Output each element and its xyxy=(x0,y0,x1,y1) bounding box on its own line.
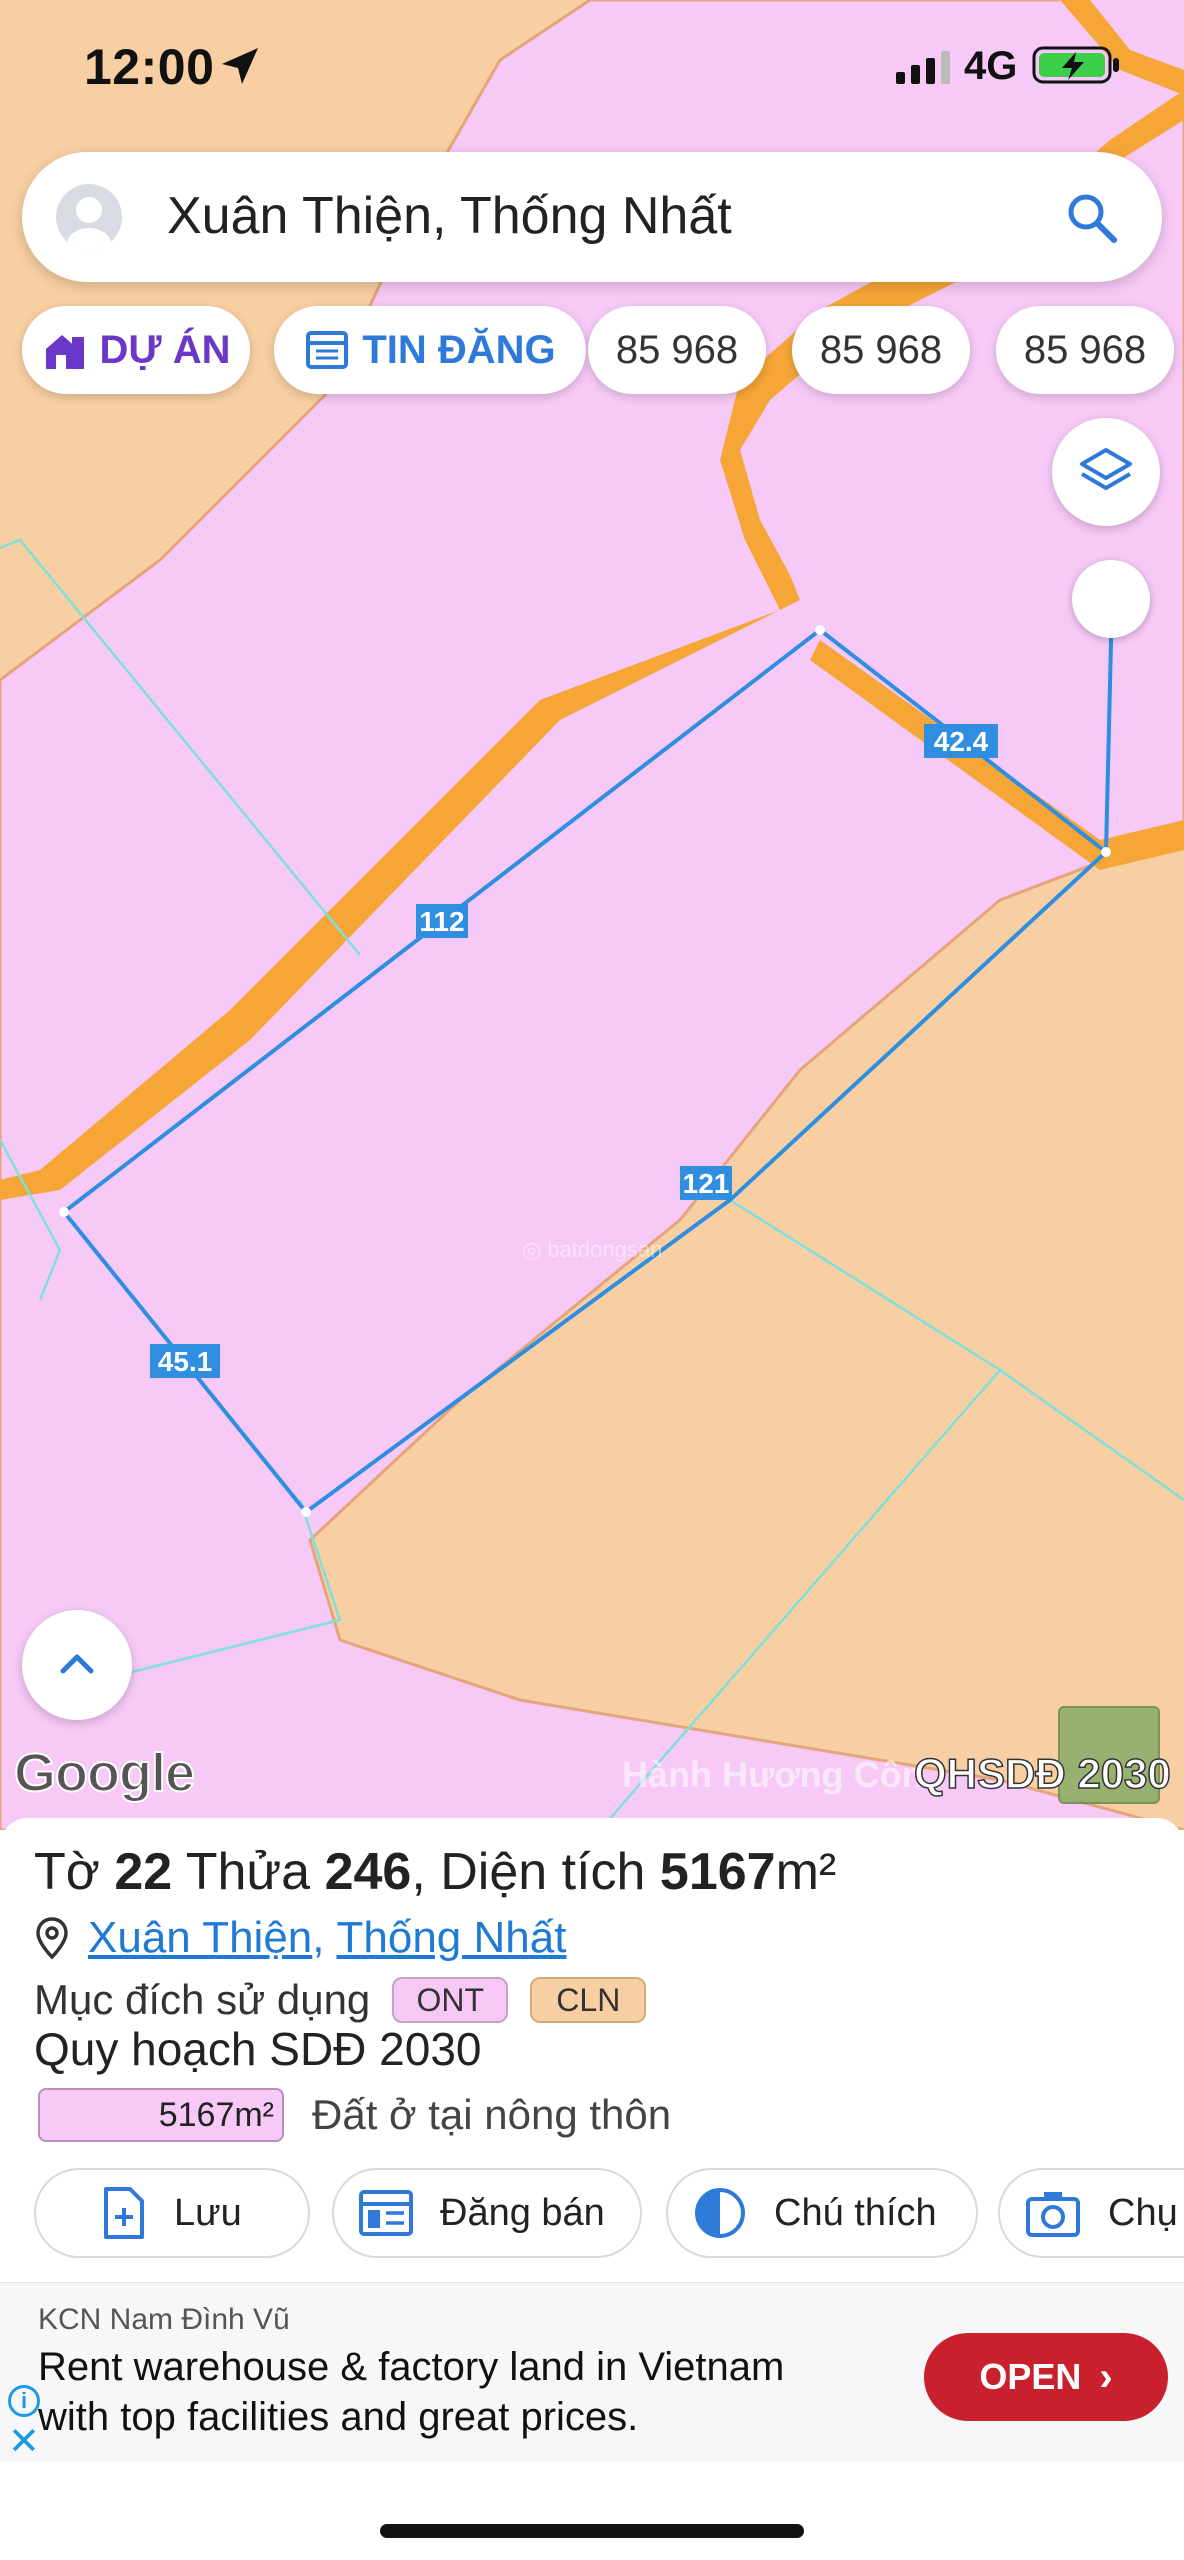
legend-description: Đất ở tại nông thôn xyxy=(312,2091,672,2138)
ad-banner[interactable]: KCN Nam Đình Vũ Rent warehouse & factory… xyxy=(0,2282,1184,2462)
ad-info-icon[interactable]: i xyxy=(8,2385,40,2417)
legend-button-label: Chú thích xyxy=(774,2191,937,2234)
signal-icon xyxy=(896,51,950,84)
chevron-right-icon: › xyxy=(1099,2354,1113,2399)
chip-project[interactable]: DỰ ÁN xyxy=(22,306,250,394)
avatar-icon[interactable] xyxy=(56,184,122,250)
chip-listing-label: TIN ĐĂNG xyxy=(362,327,556,372)
listing-icon xyxy=(359,2190,413,2236)
land-use-purpose-row: Mục đích sử dụng ONT CLN xyxy=(34,1970,647,2030)
add-document-icon xyxy=(104,2187,144,2239)
save-button[interactable]: Lưu xyxy=(34,2168,310,2258)
ad-headline-line-2[interactable]: with top facilities and great prices. xyxy=(38,2395,638,2440)
purpose-tag-ont[interactable]: ONT xyxy=(392,1977,509,2023)
location-arrow-icon xyxy=(222,48,258,84)
purpose-label: Mục đích sử dụng xyxy=(34,1976,371,2023)
area-value: 5167 xyxy=(659,1843,776,1901)
camera-icon xyxy=(1026,2192,1080,2237)
ad-close-icon[interactable]: ✕ xyxy=(8,2423,40,2461)
sheet-label: Tờ xyxy=(34,1843,100,1901)
map-pin-icon xyxy=(36,1917,68,1960)
network-type: 4G xyxy=(964,44,1018,88)
app-screen: ◎ batdongsan 112 42.4 121 45.1 12:00 4G … xyxy=(0,0,1184,2560)
status-bar: 12:00 4G xyxy=(0,0,1184,135)
site-watermark: ◎ batdongsan xyxy=(522,1237,662,1262)
edge-label-north: 112 xyxy=(419,906,464,937)
filter-chips: DỰ ÁN TIN ĐĂNG 85 968 85 968 85 968 xyxy=(22,306,1184,394)
battery-charging-icon xyxy=(1032,46,1119,84)
chip-price-1[interactable]: 85 968 xyxy=(588,306,766,394)
plan-title: Quy hoạch SDĐ 2030 xyxy=(34,2023,482,2075)
chip-price-3[interactable]: 85 968 xyxy=(996,306,1174,394)
sheet-number: 22 xyxy=(114,1843,173,1901)
search-bar[interactable]: Xuân Thiện, Thống Nhất xyxy=(22,152,1162,282)
listing-icon xyxy=(306,331,349,369)
map-watermark-text: Hành Hương Côn xyxy=(622,1754,924,1795)
capture-button[interactable]: Chụ xyxy=(998,2168,1184,2258)
ad-source: KCN Nam Đình Vũ xyxy=(38,2303,290,2336)
plan-layer-label: QHSDĐ 2030 xyxy=(913,1749,1171,1798)
chip-project-label: DỰ ÁN xyxy=(99,327,231,372)
opacity-slider-handle[interactable] xyxy=(1072,560,1150,638)
capture-button-label: Chụ xyxy=(1108,2191,1178,2234)
legend-button[interactable]: Chú thích xyxy=(666,2168,978,2258)
district-link[interactable]: Thống Nhất xyxy=(337,1913,567,1963)
chevron-up-icon xyxy=(60,1654,94,1674)
home-indicator[interactable] xyxy=(380,2524,804,2538)
google-logo: Google xyxy=(13,1742,196,1804)
chip-price-2[interactable]: 85 968 xyxy=(792,306,970,394)
layers-icon xyxy=(1080,448,1132,490)
edge-label-southeast: 121 xyxy=(683,1168,730,1199)
purpose-tag-cln[interactable]: CLN xyxy=(530,1977,647,2023)
search-icon[interactable] xyxy=(1064,190,1120,246)
parcel-title: Tờ 22 Thửa 246, Diện tích 5167m² xyxy=(34,1843,837,1901)
contrast-icon xyxy=(695,2188,745,2238)
save-button-label: Lưu xyxy=(174,2191,242,2234)
expand-panel-button[interactable] xyxy=(22,1610,132,1720)
house-icon xyxy=(45,335,84,369)
ad-open-button[interactable]: OPEN › xyxy=(924,2333,1168,2421)
area-unit: m² xyxy=(775,1843,837,1901)
ad-open-label: OPEN xyxy=(979,2356,1082,2397)
location-row: Xuân Thiện, Thống Nhất xyxy=(34,1910,566,1966)
legend-swatch-area: 5167m² xyxy=(38,2088,284,2142)
action-buttons: Lưu Đăng bán Chú thích Chụ xyxy=(0,2168,1184,2260)
post-sale-button[interactable]: Đăng bán xyxy=(332,2168,642,2258)
ad-headline-line-1[interactable]: Rent warehouse & factory land in Vietnam xyxy=(38,2345,784,2390)
commune-link[interactable]: Xuân Thiện xyxy=(88,1913,312,1963)
chip-listing[interactable]: TIN ĐĂNG xyxy=(274,306,586,394)
plot-label: Thửa xyxy=(185,1843,311,1901)
edge-label-northeast: 42.4 xyxy=(934,726,989,757)
layers-button[interactable] xyxy=(1052,418,1160,526)
edge-label-west: 45.1 xyxy=(158,1346,213,1377)
plot-number: 246 xyxy=(324,1843,412,1901)
area-label: Diện tích xyxy=(440,1843,646,1901)
plan-legend-row: 5167m² Đất ở tại nông thôn xyxy=(38,2086,671,2144)
status-time: 12:00 xyxy=(84,39,215,95)
post-sale-button-label: Đăng bán xyxy=(440,2191,605,2234)
search-location-text[interactable]: Xuân Thiện, Thống Nhất xyxy=(167,186,732,246)
